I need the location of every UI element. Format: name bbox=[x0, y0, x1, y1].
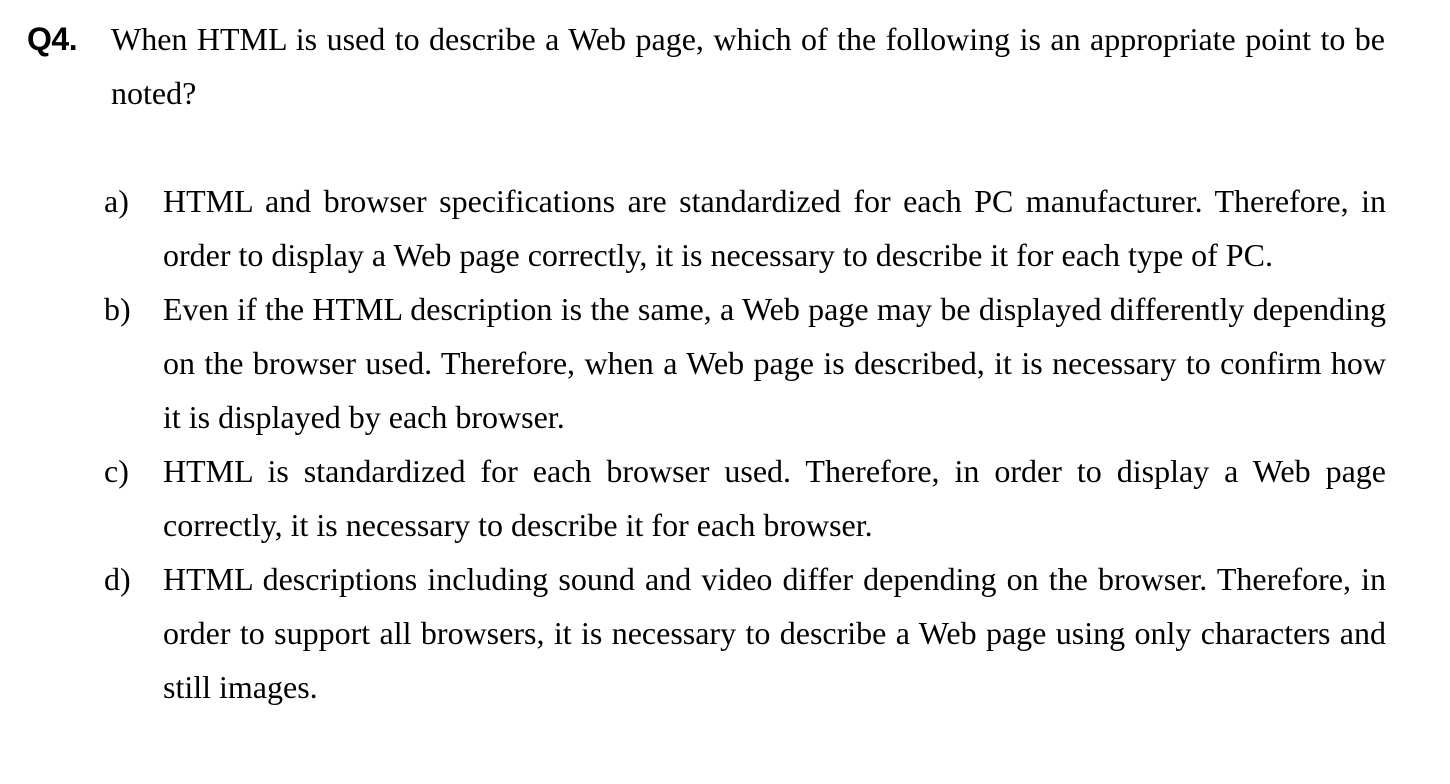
question-number: Q4. bbox=[27, 21, 78, 57]
answer-options: a) HTML and browser specifications are s… bbox=[104, 174, 1386, 714]
question-text: When HTML is used to describe a Web page… bbox=[111, 21, 1385, 111]
option-label: b) bbox=[104, 291, 131, 327]
option-text: HTML descriptions including sound and vi… bbox=[163, 561, 1386, 705]
option-b[interactable]: b) Even if the HTML description is the s… bbox=[104, 282, 1386, 444]
option-text: HTML is standardized for each browser us… bbox=[163, 453, 1386, 543]
option-d[interactable]: d) HTML descriptions including sound and… bbox=[104, 552, 1386, 714]
option-a[interactable]: a) HTML and browser specifications are s… bbox=[104, 174, 1386, 282]
option-text: Even if the HTML description is the same… bbox=[163, 291, 1386, 435]
option-label: d) bbox=[104, 561, 131, 597]
exam-page: Q4. When HTML is used to describe a Web … bbox=[0, 0, 1450, 784]
option-label: a) bbox=[104, 183, 129, 219]
option-label: c) bbox=[104, 453, 129, 489]
option-text: HTML and browser specifications are stan… bbox=[163, 183, 1386, 273]
option-c[interactable]: c) HTML is standardized for each browser… bbox=[104, 444, 1386, 552]
